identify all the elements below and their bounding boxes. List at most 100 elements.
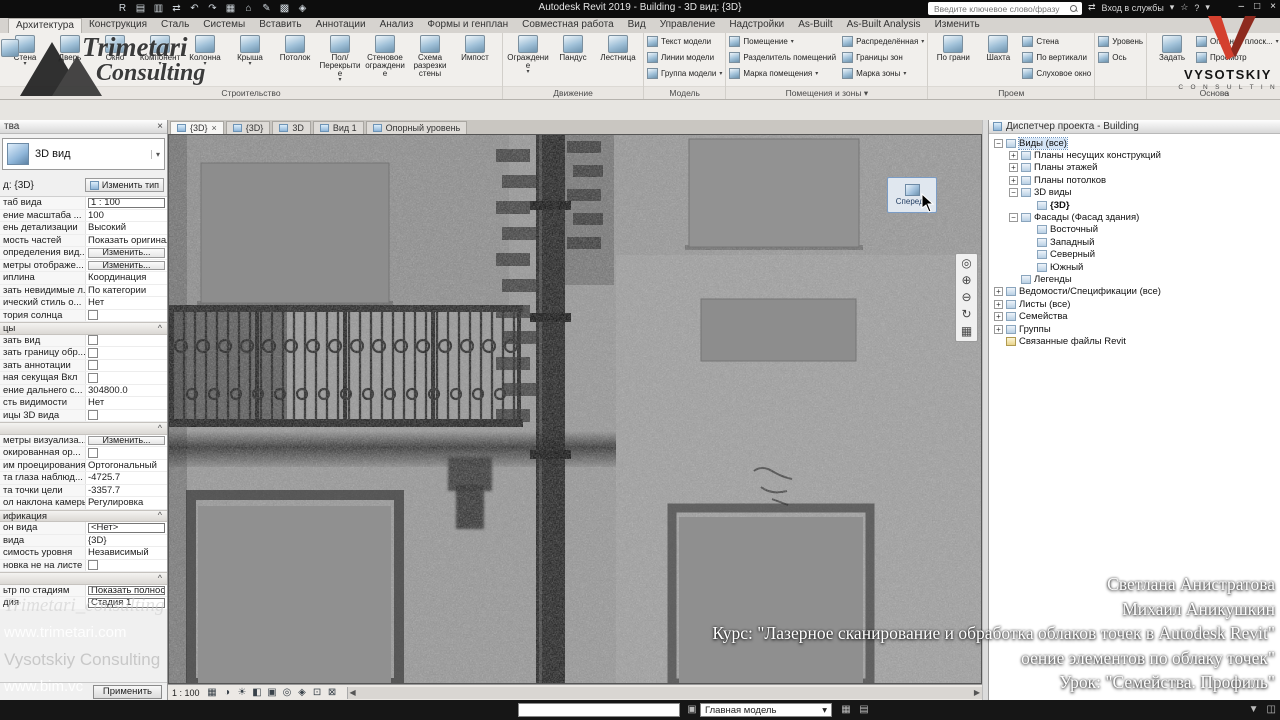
property-value[interactable] [86,335,167,347]
qat-icon[interactable]: ✎ [260,2,273,15]
ribbon-tab[interactable]: Вид [621,18,653,33]
expander-icon[interactable]: + [994,312,1003,322]
property-value[interactable]: -4725.7 [86,472,167,484]
property-row[interactable]: ение масштаба ... 100 [0,209,167,222]
ribbon-tab[interactable]: Анализ [373,18,421,33]
qat-icon[interactable]: ↷ [206,2,219,15]
property-row[interactable]: метры визуализа... Изменить... [0,434,167,447]
scale-button[interactable]: 1 : 100 [172,688,202,698]
design-option-select[interactable]: Главная модель ▾ [700,703,832,717]
exchange-icon[interactable]: ⇄ [1088,2,1096,13]
property-row[interactable]: сть видимости Нет [0,397,167,410]
expander-icon[interactable]: + [1009,163,1018,173]
property-row[interactable]: ная секущая Вкл [0,372,167,385]
property-value[interactable] [86,423,167,434]
property-value[interactable]: <Нет> [88,523,165,533]
property-row[interactable]: метры отображе... Изменить... [0,259,167,272]
expander-icon[interactable]: − [1009,213,1018,223]
tree-item[interactable]: + Листы (все) [989,298,1280,310]
property-row[interactable]: ол наклона камеры Регулировка [0,497,167,510]
view-control-icon[interactable]: ⊡ [311,687,324,698]
ribbon-tab[interactable]: Совместная работа [515,18,621,33]
close-icon[interactable]: × [157,121,163,132]
ribbon-tab[interactable]: Вставить [252,18,308,33]
property-row[interactable]: иплина Координация [0,272,167,285]
view-tab[interactable]: {3D} × [170,121,224,134]
qat-icon[interactable]: ▤ [134,2,147,15]
qat-icon[interactable]: ▥ [152,2,165,15]
ribbon-tool[interactable]: Импост [453,34,497,83]
property-row[interactable]: ификация [0,509,167,522]
tree-item[interactable]: + Группы [989,323,1280,335]
ribbon-tool[interactable]: По вертикали [1022,50,1091,65]
property-value[interactable]: 100 [86,210,167,222]
tree-item[interactable]: + Планы несущих конструкций [989,149,1280,161]
window-button[interactable]: – [1239,1,1245,12]
ribbon-tab[interactable]: Управление [653,18,723,33]
property-row[interactable]: та точки цели -3357.7 [0,484,167,497]
ribbon-tool[interactable]: По грани [931,34,975,62]
expander-icon[interactable]: + [1009,151,1018,161]
property-row[interactable]: зать границу обр... [0,347,167,360]
qat-icon[interactable]: ▦ [224,2,237,15]
status-icon[interactable]: ▦ [840,704,852,716]
qat-icon[interactable]: ▩ [278,2,291,15]
scroll-left-icon[interactable]: ◀ [350,688,356,697]
qat-icon[interactable]: R [116,2,129,15]
ribbon-tool[interactable]: Помещение ▾ [729,34,836,49]
chevron-down-icon[interactable]: ▾ [150,149,160,159]
property-value[interactable] [86,323,167,334]
property-value[interactable] [86,347,167,359]
search-input[interactable] [932,2,1070,15]
tree-item[interactable]: + Семейства [989,310,1280,322]
ribbon-tool[interactable]: Разделитель помещений [729,50,836,65]
ribbon-tool[interactable]: Границы зон [842,50,924,65]
property-row[interactable]: таб вида 1 : 100 [0,197,167,210]
property-row[interactable]: ический стиль о... Нет [0,297,167,310]
tree-item[interactable]: Северный [989,249,1280,261]
expander-icon[interactable]: + [994,324,1003,334]
tree-item[interactable]: − Фасады (Фасад здания) [989,211,1280,223]
property-value[interactable] [86,360,167,372]
ribbon-tool[interactable]: Марка зоны ▾ [842,66,924,81]
nav-tool-icon[interactable]: ⊖ [961,291,971,304]
filter-icon[interactable]: ◫ [1267,704,1276,715]
window-button[interactable]: × [1270,1,1276,12]
tree-item[interactable]: Южный [989,261,1280,273]
close-tab-icon[interactable]: × [212,123,217,133]
property-row[interactable]: тория солнца [0,309,167,322]
property-row[interactable]: зать невидимые л... По категории [0,284,167,297]
tree-item[interactable]: Связанные файлы Revit [989,335,1280,347]
type-selector[interactable]: 3D вид ▾ [2,138,165,170]
tree-item[interactable]: + Ведомости/Спецификации (все) [989,286,1280,298]
workset-box[interactable] [518,703,680,717]
tree-item[interactable]: Западный [989,236,1280,248]
status-icon[interactable]: ▤ [858,704,870,716]
ribbon-tab[interactable]: Изменить [928,18,987,33]
view-control-icon[interactable]: ▦ [206,687,219,698]
ribbon-tab[interactable]: Аннотации [309,18,373,33]
nav-tool-icon[interactable]: ↻ [961,308,971,321]
property-row[interactable] [0,572,167,585]
nav-tool-icon[interactable]: ◎ [961,257,971,270]
property-value[interactable]: {3D} [86,535,167,547]
property-row[interactable]: зать аннотации [0,359,167,372]
property-value[interactable]: Независимый [86,547,167,559]
ribbon-tab[interactable]: Формы и генплан [420,18,515,33]
expander-icon[interactable]: + [1009,175,1018,185]
signin-arrow-icon[interactable]: ▾ [1170,2,1175,13]
window-button[interactable]: □ [1254,1,1260,12]
property-value[interactable] [86,573,167,584]
property-value[interactable]: Нет [86,397,167,409]
view-tab[interactable]: Опорный уровень [365,121,468,134]
property-row[interactable]: он вида <Нет> [0,522,167,535]
tree-item[interactable]: − 3D виды [989,187,1280,199]
ribbon-tool[interactable]: Лестница [596,34,640,75]
view-control-icon[interactable]: ◎ [281,687,294,698]
property-row[interactable]: новка не на листе [0,559,167,572]
qat-icon[interactable]: ↶ [188,2,201,15]
ribbon-tool[interactable]: Пол/Перекрытие ▾ [318,34,362,83]
ribbon-tool[interactable]: Текст модели [647,34,722,49]
help-arrow-icon[interactable]: ▾ [1205,2,1210,13]
view-tab[interactable]: Вид 1 [312,121,364,134]
